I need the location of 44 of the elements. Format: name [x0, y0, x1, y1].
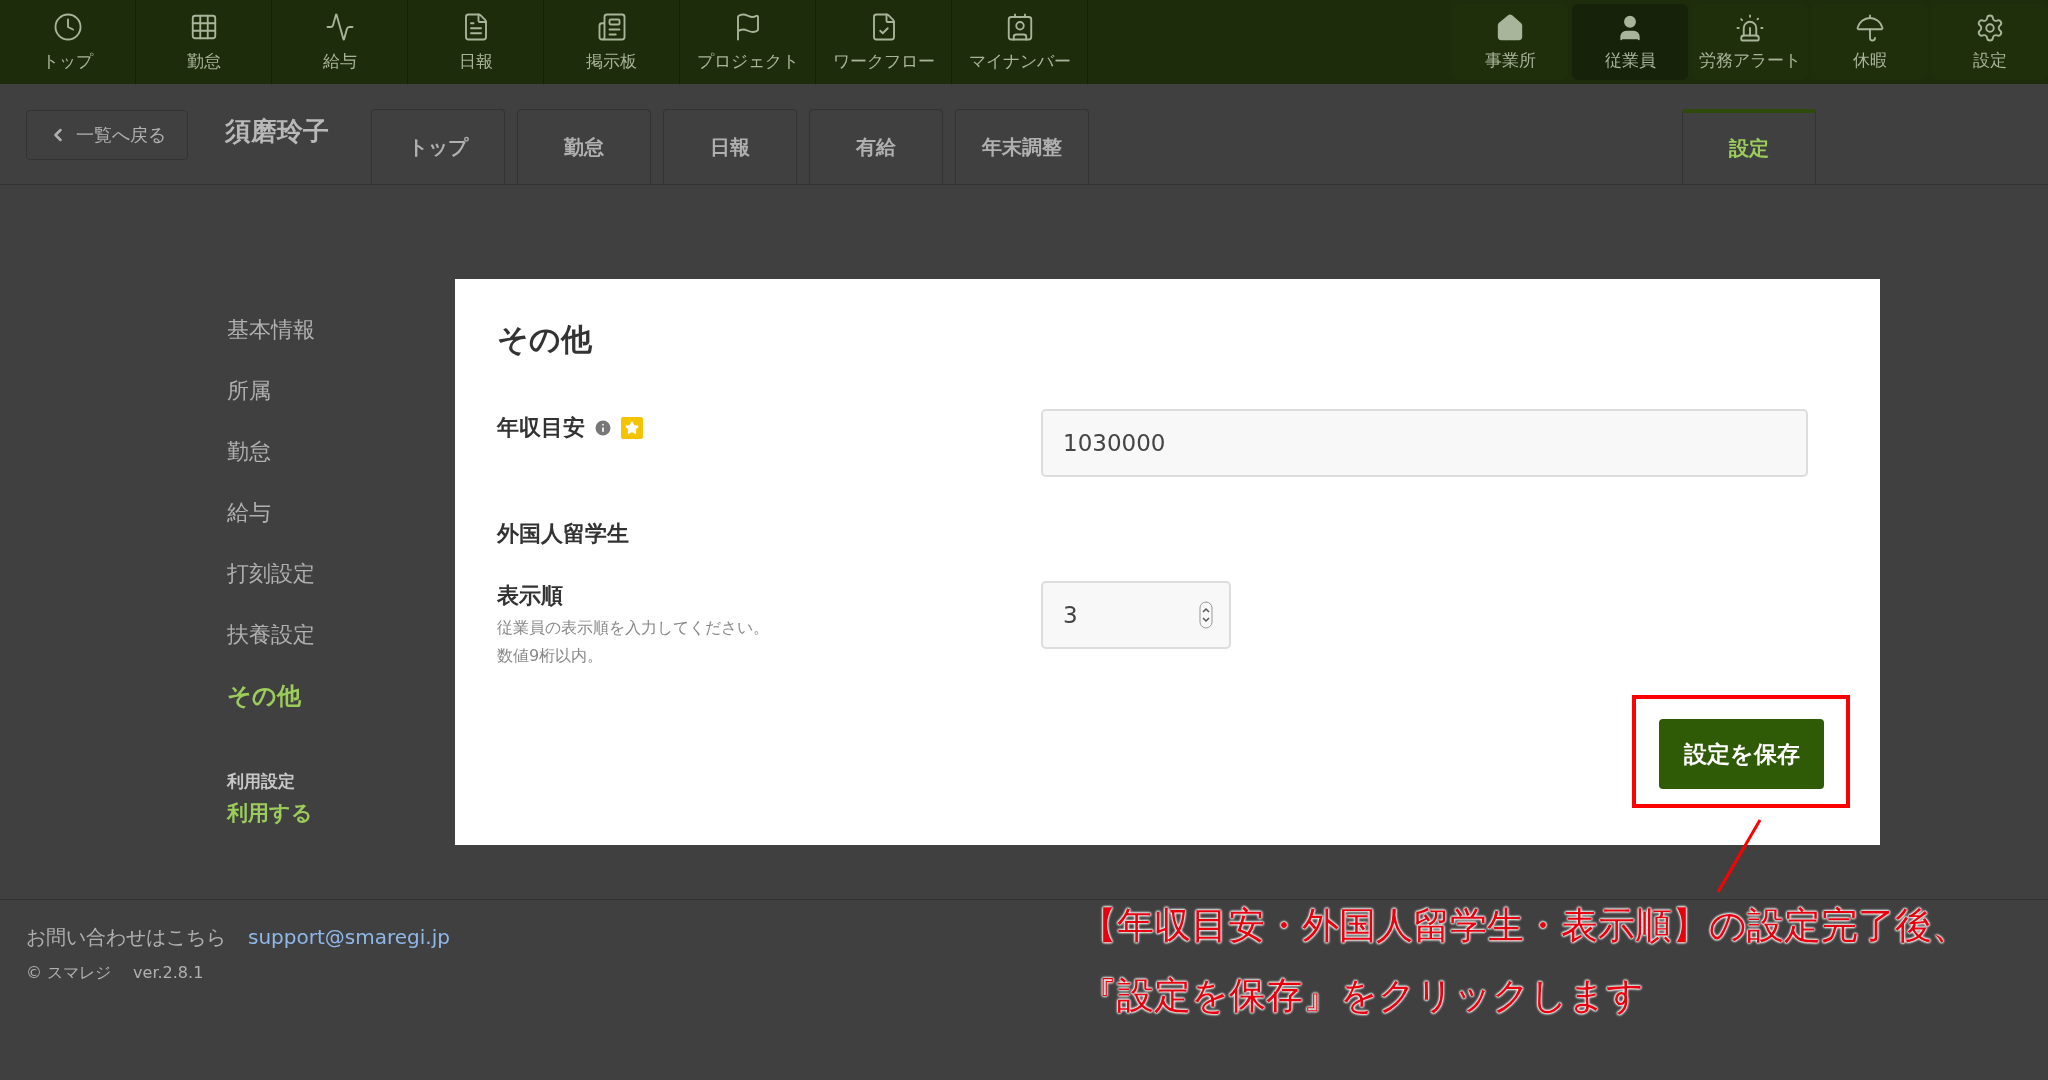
contact-text: お問い合わせはこちら [26, 924, 226, 951]
employee-name: 須磨玲子 [225, 115, 329, 148]
tab[interactable]: 設定 [1682, 109, 1816, 184]
income-input-field[interactable]: 1030000 [1041, 409, 1808, 477]
home-icon [1495, 12, 1525, 43]
copyright-text: © スマレジ [26, 963, 112, 984]
nav-item[interactable]: トップ [0, 0, 136, 84]
info-icon[interactable] [593, 418, 613, 438]
tab[interactable]: トップ [371, 109, 505, 184]
field-label: 表示順 [497, 582, 564, 610]
section-label: 外国人留学生 [497, 520, 629, 548]
nav-item[interactable]: 給与 [272, 0, 408, 84]
tab[interactable]: 有給 [809, 109, 943, 184]
nav-item[interactable]: プロジェクト [680, 0, 816, 84]
zigzag-icon [324, 11, 355, 42]
help-text: 従業員の表示順を入力してください。 [497, 617, 770, 639]
alarm-light-icon [1735, 12, 1765, 43]
tab[interactable]: 年末調整 [955, 109, 1089, 184]
dialog-title: その他 [497, 320, 593, 359]
board-icon [596, 11, 627, 42]
usage-label: 利用設定 [227, 770, 296, 793]
email-link[interactable]: support@smaregi.jp [248, 925, 450, 949]
nav-item[interactable]: 掲示板 [544, 0, 680, 84]
spinner-icon[interactable] [1199, 601, 1213, 629]
nav-item[interactable]: 勤怠 [136, 0, 272, 84]
settings-icon [1975, 12, 2005, 43]
version-text: ver.2.8.1 [133, 963, 204, 982]
number-input-field[interactable]: 3 [1041, 581, 1231, 649]
back-button[interactable]: 一覧へ戻る [26, 110, 188, 160]
star-badge-icon [621, 417, 643, 439]
save-button[interactable]: 設定を保存 [1659, 719, 1824, 789]
annotation-text: 【年収目安・外国人留学生・表示順】の設定完了後、 [1080, 903, 1969, 949]
annotation-text: 『設定を保存』をクリックします [1080, 973, 1645, 1019]
umbrella-icon [1855, 12, 1885, 43]
clock-icon [52, 11, 83, 42]
help-text: 数値9桁以内。 [497, 645, 605, 667]
field-label: 年収目安 [497, 414, 585, 442]
nav-item[interactable]: マイナンバー [952, 0, 1088, 84]
tab[interactable]: 日報 [663, 109, 797, 184]
usage-value: 利用する [227, 800, 314, 827]
nav-item[interactable]: ワークフロー [816, 0, 952, 84]
tab[interactable]: 勤怠 [517, 109, 651, 184]
nav-item[interactable]: 従業員 [1572, 4, 1688, 80]
nav-item[interactable]: 日報 [408, 0, 544, 84]
